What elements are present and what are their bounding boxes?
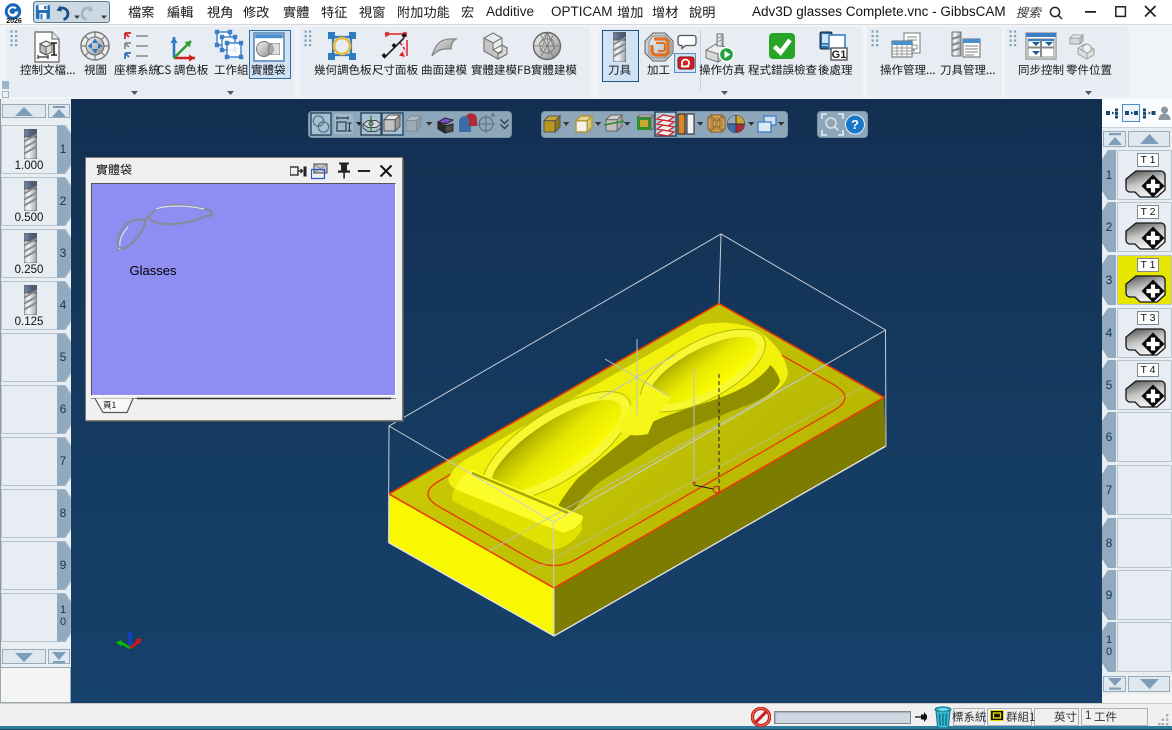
svg-text:?: ? xyxy=(851,117,859,132)
svg-text:2026: 2026 xyxy=(6,18,22,24)
svg-text:G1: G1 xyxy=(832,49,847,61)
